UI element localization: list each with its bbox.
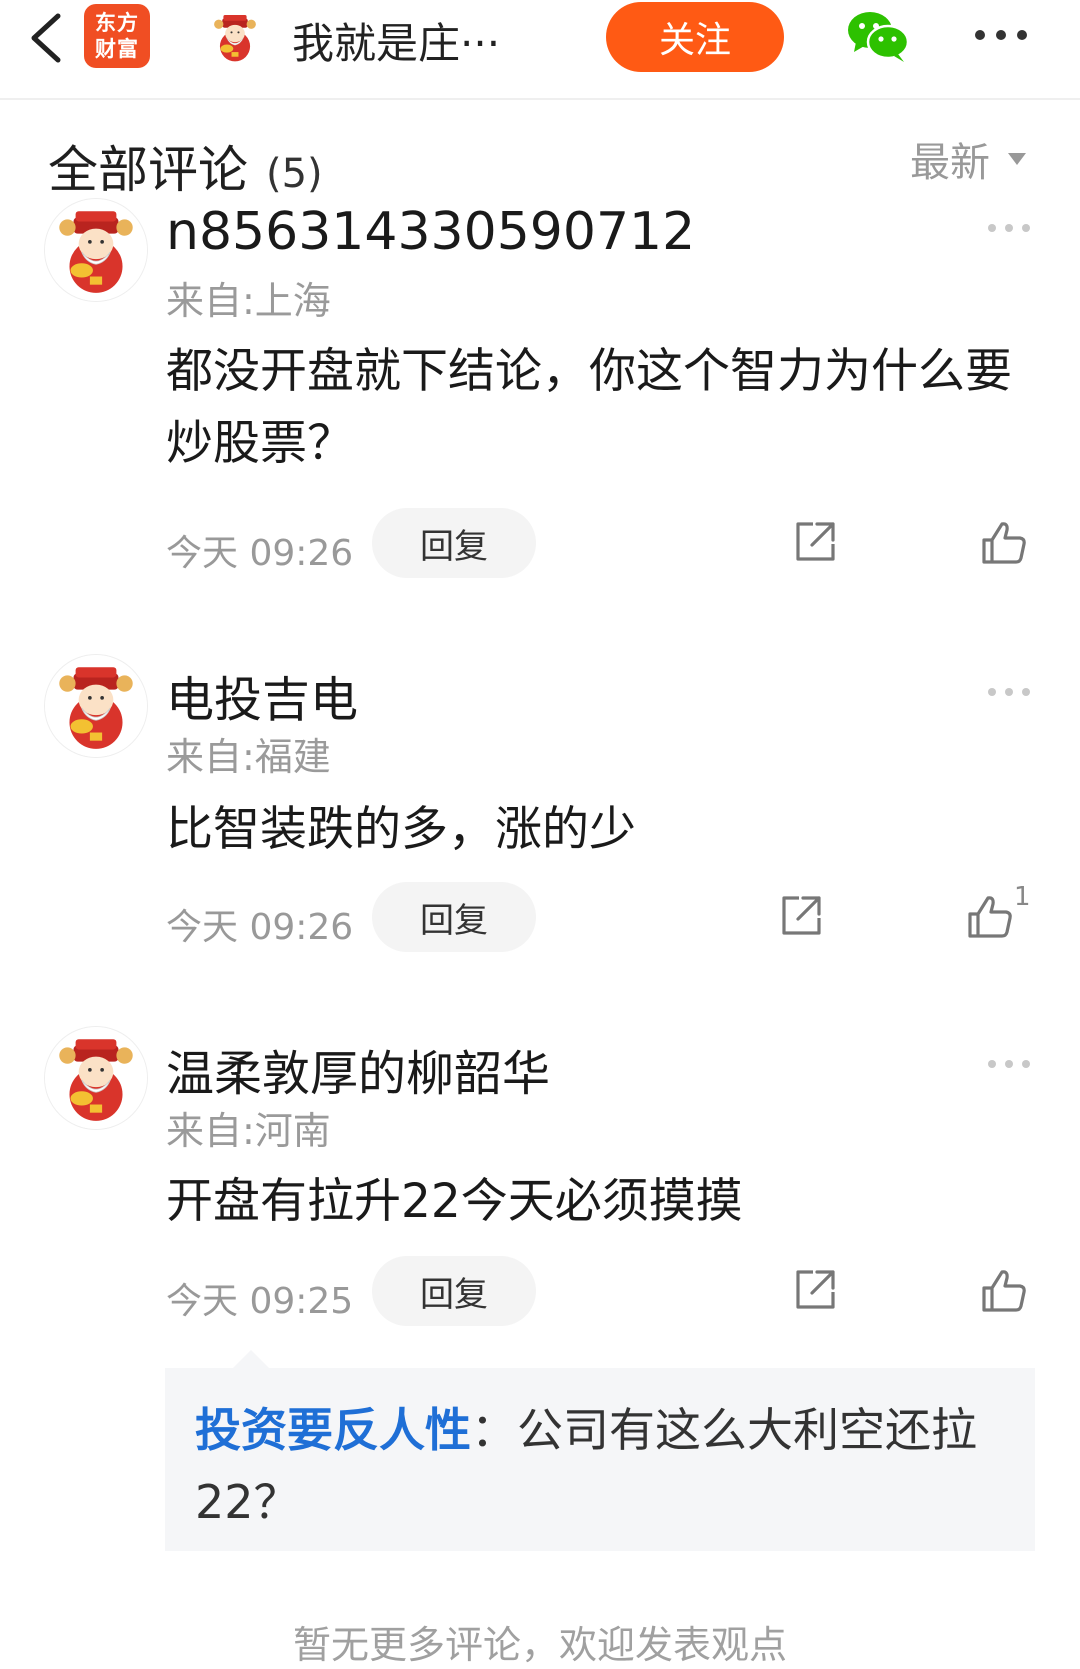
reply-button[interactable]: 回复 — [372, 1256, 536, 1326]
commenter-avatar[interactable] — [44, 1026, 148, 1130]
comment-time: 今天 09:26 — [166, 907, 354, 948]
comments-title: 全部评论 — [48, 141, 248, 199]
commenter-location: 来自:上海 — [166, 279, 331, 323]
sort-dropdown[interactable]: 最新 — [910, 130, 1026, 188]
comments-count: (5) — [266, 151, 323, 197]
sub-reply-content: 投资要反人性：公司有这么大利空还拉22？ — [195, 1394, 1015, 1538]
follow-button[interactable]: 关注 — [606, 2, 784, 72]
like-count: 1 — [1014, 882, 1031, 912]
share-icon[interactable] — [793, 520, 837, 564]
author-avatar[interactable] — [206, 8, 264, 66]
like-icon[interactable] — [980, 1268, 1028, 1314]
app-logo-line2: 财富 — [95, 37, 139, 61]
share-icon[interactable] — [793, 1268, 837, 1312]
more-options-icon[interactable] — [972, 20, 1030, 50]
back-arrow-icon[interactable] — [22, 8, 72, 68]
comment-more-icon[interactable] — [986, 220, 1032, 236]
comment-text: 开盘有拉升22今天必须摸摸 — [166, 1174, 743, 1229]
top-bar: 东方 财富 我就是庄··· 关注 — [0, 0, 1080, 100]
like-icon[interactable] — [980, 520, 1028, 566]
app-logo: 东方 财富 — [84, 4, 150, 68]
sub-reply-pointer — [233, 1350, 269, 1368]
comment-more-icon[interactable] — [986, 684, 1032, 700]
commenter-name[interactable]: n856314330590712 — [166, 202, 695, 262]
comment-more-icon[interactable] — [986, 1056, 1032, 1072]
sub-reply-author[interactable]: 投资要反人性 — [195, 1403, 471, 1457]
comment-time: 今天 09:25 — [166, 1281, 354, 1322]
app-logo-line1: 东方 — [95, 11, 139, 35]
comment-item: 温柔敦厚的柳韶华 来自:河南 开盘有拉升22今天必须摸摸 今天 09:25 回复 — [0, 1026, 1080, 1386]
like-icon[interactable] — [966, 894, 1014, 940]
comments-header: 全部评论 (5) — [48, 130, 323, 202]
comment-item: 电投吉电 来自:福建 比智装跌的多，涨的少 今天 09:26 回复 1 — [0, 652, 1080, 1012]
comment-text: 都没开盘就下结论，你这个智力为什么要炒股票？ — [166, 344, 1012, 471]
share-icon[interactable] — [779, 894, 823, 938]
reply-button[interactable]: 回复 — [372, 508, 536, 578]
reply-button[interactable]: 回复 — [372, 882, 536, 952]
commenter-location: 来自:福建 — [166, 735, 331, 779]
commenter-location: 来自:河南 — [166, 1109, 331, 1153]
no-more-comments: 暂无更多评论，欢迎发表观点 — [292, 1623, 787, 1667]
sub-reply[interactable]: 投资要反人性：公司有这么大利空还拉22？ — [165, 1350, 1035, 1551]
page-title: 我就是庄··· — [292, 19, 501, 68]
commenter-avatar[interactable] — [44, 654, 148, 758]
sort-label: 最新 — [910, 140, 990, 186]
comment-text: 比智装跌的多，涨的少 — [166, 802, 636, 857]
commenter-avatar[interactable] — [44, 198, 148, 302]
commenter-name[interactable]: 电投吉电 — [166, 660, 358, 730]
dropdown-triangle-icon — [1008, 153, 1026, 165]
commenter-name[interactable]: 温柔敦厚的柳韶华 — [166, 1034, 550, 1104]
comment-time: 今天 09:26 — [166, 533, 354, 574]
comment-item: n856314330590712 来自:上海 都没开盘就下结论，你这个智力为什么… — [0, 198, 1080, 578]
wechat-share-icon[interactable] — [846, 8, 910, 64]
